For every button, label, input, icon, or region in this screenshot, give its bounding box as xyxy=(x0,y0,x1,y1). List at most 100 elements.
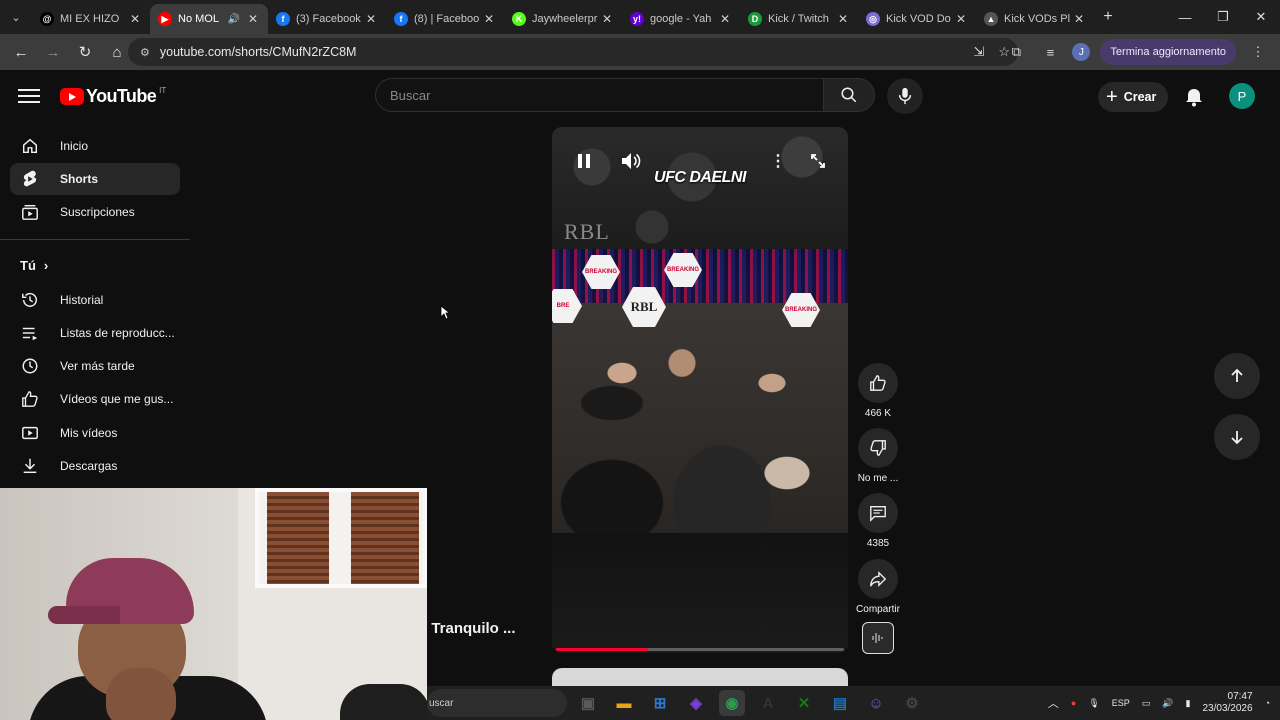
new-tab-button[interactable]: + xyxy=(1094,8,1122,26)
app-window-icon[interactable]: ▤ xyxy=(827,690,853,716)
browser-tab[interactable]: f (3) Facebook ✕ xyxy=(268,4,386,34)
speaker-icon[interactable]: 🔊 xyxy=(1162,698,1173,709)
close-tab-icon[interactable]: ✕ xyxy=(600,12,614,26)
minimize-button[interactable]: — xyxy=(1166,0,1204,34)
sound-thumbnail[interactable] xyxy=(862,622,894,654)
like-button[interactable] xyxy=(858,363,898,403)
tray-overflow-icon[interactable]: ︿ xyxy=(1048,695,1059,711)
browser-tab[interactable]: ◎ Kick VOD Do ✕ xyxy=(858,4,976,34)
sidebar-item-liked[interactable]: Vídeos que me gus... xyxy=(10,383,180,415)
voice-search-button[interactable] xyxy=(887,78,923,114)
file-explorer-icon[interactable]: ▬ xyxy=(611,690,637,716)
browser-tab[interactable]: D Kick / Twitch ✕ xyxy=(740,4,858,34)
close-tab-icon[interactable]: ✕ xyxy=(128,12,142,26)
chrome-icon[interactable]: ◉ xyxy=(719,690,745,716)
taskbar-app-glyph: ▣ xyxy=(580,695,596,712)
sidebar-item-shorts[interactable]: Shorts xyxy=(10,163,180,195)
close-tab-icon[interactable]: ✕ xyxy=(1072,12,1086,26)
video-frame-main: BREAKING BREAKING RBL BREAKING BRE xyxy=(552,249,848,533)
browser-tab[interactable]: f (8) | Faceboo ✕ xyxy=(386,4,504,34)
reload-button[interactable]: ↻ xyxy=(70,37,100,67)
app-purple-icon[interactable]: ◈ xyxy=(683,690,709,716)
store-icon[interactable]: ⊞ xyxy=(647,690,673,716)
install-app-icon[interactable]: ⇲ xyxy=(973,44,984,60)
tab-search-button[interactable]: ⌄ xyxy=(0,0,32,34)
sidebar-item-historial[interactable]: Historial xyxy=(10,284,180,316)
close-tab-icon[interactable]: ✕ xyxy=(954,12,968,26)
close-window-button[interactable]: ✕ xyxy=(1242,0,1280,34)
account-avatar[interactable]: P xyxy=(1229,83,1255,109)
sidebar-item-suscripciones[interactable]: Suscripciones xyxy=(10,196,180,228)
task-view-icon[interactable]: ▣ xyxy=(575,690,601,716)
sidebar-item-mis-videos[interactable]: Mis vídeos xyxy=(10,417,180,449)
browser-tab[interactable]: y! google - Yah ✕ xyxy=(622,4,740,34)
browser-tab[interactable]: @ MI EX HIZO ✕ xyxy=(32,4,150,34)
language-indicator[interactable]: ESP xyxy=(1112,698,1130,708)
short-title-partial: o Tranquilo ... xyxy=(418,620,516,637)
next-short-button[interactable] xyxy=(1214,414,1260,460)
close-tab-icon[interactable]: ✕ xyxy=(482,12,496,26)
browser-profile-avatar[interactable]: J xyxy=(1072,43,1091,61)
battery-icon[interactable]: ▮ xyxy=(1186,698,1191,709)
close-tab-icon[interactable]: ✕ xyxy=(718,12,732,26)
facebook-icon: f xyxy=(394,12,408,26)
notifications-button[interactable] xyxy=(1181,84,1207,110)
share-button[interactable] xyxy=(858,559,898,599)
sidebar-item-ver-mas-tarde[interactable]: Ver más tarde xyxy=(10,350,180,382)
chevron-right-icon: › xyxy=(43,258,49,273)
sidebar-item-inicio[interactable]: Inicio xyxy=(10,130,180,162)
tray-app-icon[interactable]: ● xyxy=(1071,698,1076,708)
close-tab-icon[interactable]: ✕ xyxy=(836,12,850,26)
more-options-button[interactable]: ⋮ xyxy=(764,147,792,175)
close-tab-icon[interactable]: ✕ xyxy=(364,12,378,26)
maximize-button[interactable]: ❐ xyxy=(1204,0,1242,34)
next-short-preview[interactable] xyxy=(552,668,848,688)
playlists-icon xyxy=(20,323,40,343)
guide-menu-icon[interactable] xyxy=(18,86,40,106)
media-controls-icon[interactable]: ≡ xyxy=(1038,40,1062,64)
tab-audio-icon[interactable]: 🔊 xyxy=(228,14,240,25)
webcam-overlay xyxy=(0,488,427,720)
extensions-icon[interactable]: ⧉ xyxy=(1004,40,1028,64)
sidebar-item-listas[interactable]: Listas de reproducc... xyxy=(10,317,180,349)
progress-bar[interactable] xyxy=(556,648,844,651)
like-count: 466 K xyxy=(864,408,892,419)
notification-center-icon[interactable]: ◔ xyxy=(1265,698,1270,708)
site-info-icon[interactable]: ⚙ xyxy=(140,46,150,59)
volume-icon xyxy=(622,153,641,169)
you-section-header[interactable]: Tú › xyxy=(20,258,48,273)
comments-button[interactable] xyxy=(858,493,898,533)
taskbar-clock[interactable]: 07:47 23/03/2026 xyxy=(1203,691,1253,715)
browser-menu-icon[interactable]: ⋮ xyxy=(1246,40,1270,64)
home-icon xyxy=(20,136,40,156)
sidebar-item-descargas[interactable]: Descargas xyxy=(10,450,180,482)
shorts-player[interactable]: RBL BREAKING BREAKING RBL BREAKING BRE U… xyxy=(552,127,848,653)
network-icon[interactable]: ▭ xyxy=(1142,698,1151,709)
search-button[interactable] xyxy=(823,78,875,112)
browser-tab[interactable]: ▲ Kick VODs Pl ✕ xyxy=(976,4,1094,34)
dislike-button[interactable] xyxy=(858,428,898,468)
browser-tab[interactable]: ▶ No MOL 🔊 ✕ xyxy=(150,4,268,34)
taskbar-search[interactable]: uscar xyxy=(427,689,567,717)
search-input[interactable] xyxy=(390,87,823,103)
browser-tab[interactable]: K Jaywheelerpr ✕ xyxy=(504,4,622,34)
sidebar-item-label: Ver más tarde xyxy=(60,359,135,373)
taskbar-app-glyph: ☺ xyxy=(868,694,884,712)
address-bar[interactable]: ⚙ youtube.com/shorts/CMufN2rZC8M ⇲ ☆ xyxy=(128,38,1018,66)
youtube-logo[interactable]: YouTube IT xyxy=(60,86,166,107)
create-button[interactable]: + Crear xyxy=(1098,82,1169,112)
yahoo-icon: y! xyxy=(630,12,644,26)
close-tab-icon[interactable]: ✕ xyxy=(246,12,260,26)
xbox-icon[interactable]: ✕ xyxy=(791,690,817,716)
update-button[interactable]: Termina aggiornamento xyxy=(1100,39,1236,65)
forward-button[interactable]: → xyxy=(38,37,68,67)
steam-icon[interactable]: ⚙ xyxy=(899,690,925,716)
comments-action: 4385 xyxy=(855,493,901,549)
previous-short-button[interactable] xyxy=(1214,353,1260,399)
microphone-tray-icon[interactable]: 🎙 xyxy=(1088,698,1099,709)
app-a-icon[interactable]: A xyxy=(755,690,781,716)
discord-icon[interactable]: ☺ xyxy=(863,690,889,716)
fullscreen-button[interactable] xyxy=(804,147,832,175)
plus-icon: + xyxy=(1106,86,1118,108)
back-button[interactable]: ← xyxy=(6,37,36,67)
